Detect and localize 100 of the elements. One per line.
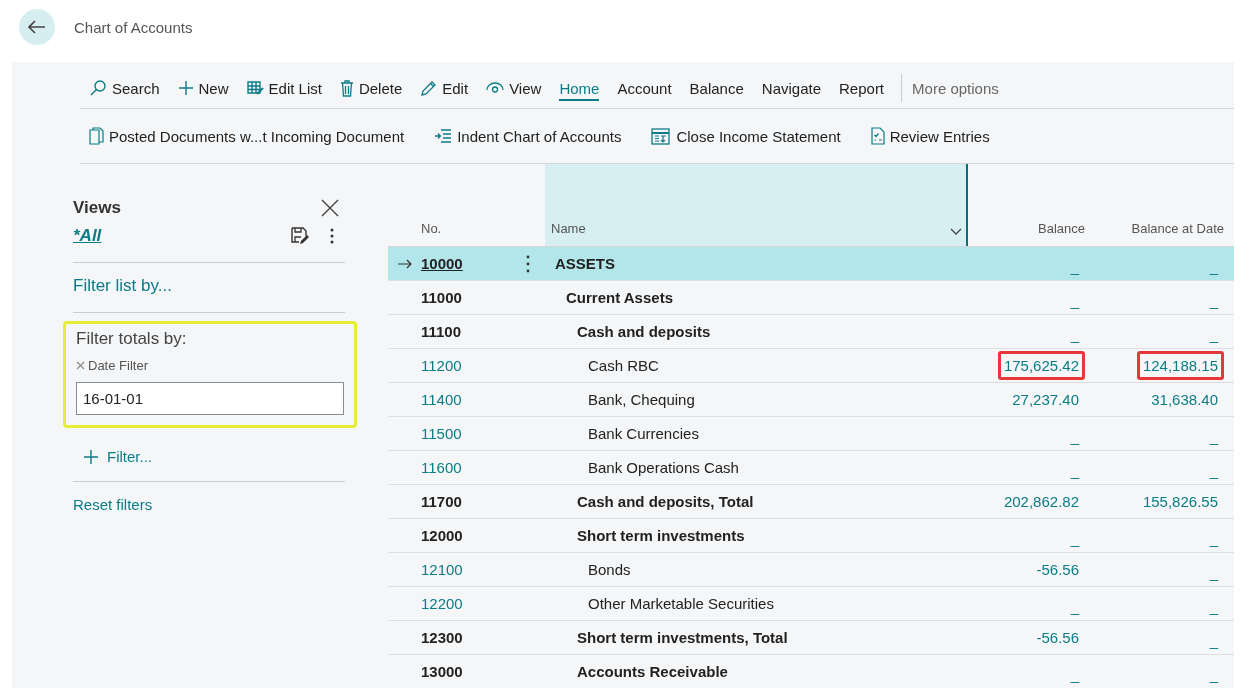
action-button[interactable]: New [168,72,238,104]
action-button[interactable]: Home [550,72,609,104]
account-name: Bank Currencies [588,425,699,442]
reset-filters-link[interactable]: Reset filters [73,496,345,513]
account-number[interactable]: 10000 [418,255,510,272]
balance-value[interactable]: _ [1064,422,1085,451]
chevron-down-icon [950,228,962,236]
balance-at-date-value[interactable]: _ [1203,456,1224,485]
action-button[interactable]: Posted Documents w...t Incoming Document [80,127,414,145]
action-button[interactable]: Delete [330,72,412,104]
balance-value[interactable]: 202,862.82 [997,487,1085,516]
action-button[interactable]: Balance [680,72,753,104]
page-title: Chart of Accounts [74,18,193,36]
balance-value[interactable]: 27,237.40 [1006,385,1085,414]
balance-at-date-value[interactable]: _ [1203,286,1224,315]
filter-totals-label: Filter totals by: [76,329,188,349]
account-number[interactable]: 11400 [418,391,510,408]
column-header[interactable]: Name [545,164,968,246]
views-title: Views [73,198,121,218]
arrow-right-icon [398,258,412,269]
account-name: Bank Operations Cash [588,459,739,476]
date-filter-field[interactable]: 16-01-01 [76,382,344,415]
account-number[interactable]: 12300 [418,629,510,646]
balance-at-date-value[interactable]: _ [1203,626,1224,655]
action-button[interactable]: Report [830,72,894,104]
account-number[interactable]: 11600 [418,459,510,476]
account-number[interactable]: 13000 [418,663,510,680]
account-name: Cash RBC [588,357,659,374]
action-button[interactable]: Account [608,72,681,104]
grid-pencil-icon [246,80,264,96]
remove-filter-icon[interactable] [76,361,85,370]
action-button[interactable]: Navigate [752,72,830,104]
plus-icon [177,80,194,96]
back-arrow-icon [28,20,46,34]
column-header[interactable]: No. [418,164,510,246]
eye-icon [486,81,505,95]
view-link[interactable]: *All [73,226,102,246]
account-name: Short term investments [577,527,745,544]
account-name: Current Assets [566,289,673,306]
account-name: Bank, Chequing [588,391,695,408]
trash-icon [339,79,354,97]
more-icon[interactable] [525,254,530,273]
balance-value[interactable]: _ [1064,660,1085,688]
pencil-icon [420,79,438,97]
account-number[interactable]: 12100 [418,561,510,578]
balance-at-date-value[interactable]: 124,188.15 [1136,351,1224,380]
date-filter-label: Date Filter [88,358,148,373]
balance-value[interactable]: _ [1064,524,1085,553]
account-name: Cash and deposits, Total [577,493,754,510]
balance-value[interactable]: _ [1064,456,1085,485]
balance-value[interactable]: _ [1064,286,1085,315]
balance-value[interactable]: _ [1064,592,1085,621]
column-header[interactable]: Balance at Date [1095,164,1234,246]
account-number[interactable]: 11100 [418,323,510,340]
action-button[interactable]: Review Entries [861,127,999,145]
balance-at-date-value[interactable]: _ [1203,558,1224,587]
account-name: Accounts Receivable [577,663,728,680]
more-options-button[interactable]: More options [902,72,1008,104]
filter-list-link[interactable]: Filter list by... [73,276,345,296]
balance-at-date-value[interactable]: _ [1203,592,1224,621]
close-icon [321,199,339,217]
account-name: ASSETS [555,255,615,272]
balance-at-date-value[interactable]: _ [1203,252,1224,281]
indent-icon [434,129,453,143]
action-button[interactable]: Edit List [237,72,331,104]
save-view-icon[interactable] [291,227,309,245]
more-icon[interactable] [329,227,335,245]
account-name: Bonds [588,561,631,578]
balance-value[interactable]: _ [1064,252,1085,281]
plus-icon [83,448,99,465]
account-name: Other Marketable Securities [588,595,774,612]
close-button[interactable] [321,199,339,217]
balance-at-date-value[interactable]: _ [1203,422,1224,451]
account-number[interactable]: 12200 [418,595,510,612]
balance-value[interactable]: -56.56 [1030,555,1085,584]
action-button[interactable]: Indent Chart of Accounts [425,127,631,145]
balance-at-date-value[interactable]: _ [1203,524,1224,553]
column-header[interactable]: Balance [968,164,1095,246]
selected-row[interactable]: 10000 ASSETS _ _ [388,247,1234,281]
account-name: Short term investments, Total [577,629,788,646]
balance-at-date-value[interactable]: _ [1203,320,1224,349]
account-number[interactable]: 11000 [418,289,510,306]
balance-at-date-value[interactable]: _ [1203,660,1224,688]
balance-value[interactable]: _ [1064,320,1085,349]
balance-at-date-value[interactable]: 31,638.40 [1145,385,1224,414]
add-filter-button[interactable]: Filter... [73,448,162,465]
back-button[interactable] [19,9,55,45]
account-number[interactable]: 11700 [418,493,510,510]
account-number[interactable]: 11500 [418,425,510,442]
balance-at-date-value[interactable]: 155,826.55 [1136,487,1224,516]
account-number[interactable]: 11200 [418,357,510,374]
action-button[interactable]: Close Income Statement [642,127,850,145]
balance-value[interactable]: 175,625.42 [997,351,1085,380]
action-button[interactable]: Edit [411,72,478,104]
search-icon [89,79,107,97]
action-button[interactable]: View [477,72,551,104]
balance-value[interactable]: -56.56 [1030,623,1085,652]
account-number[interactable]: 12000 [418,527,510,544]
account-name: Cash and deposits [577,323,711,340]
action-button[interactable]: Search [80,72,169,104]
